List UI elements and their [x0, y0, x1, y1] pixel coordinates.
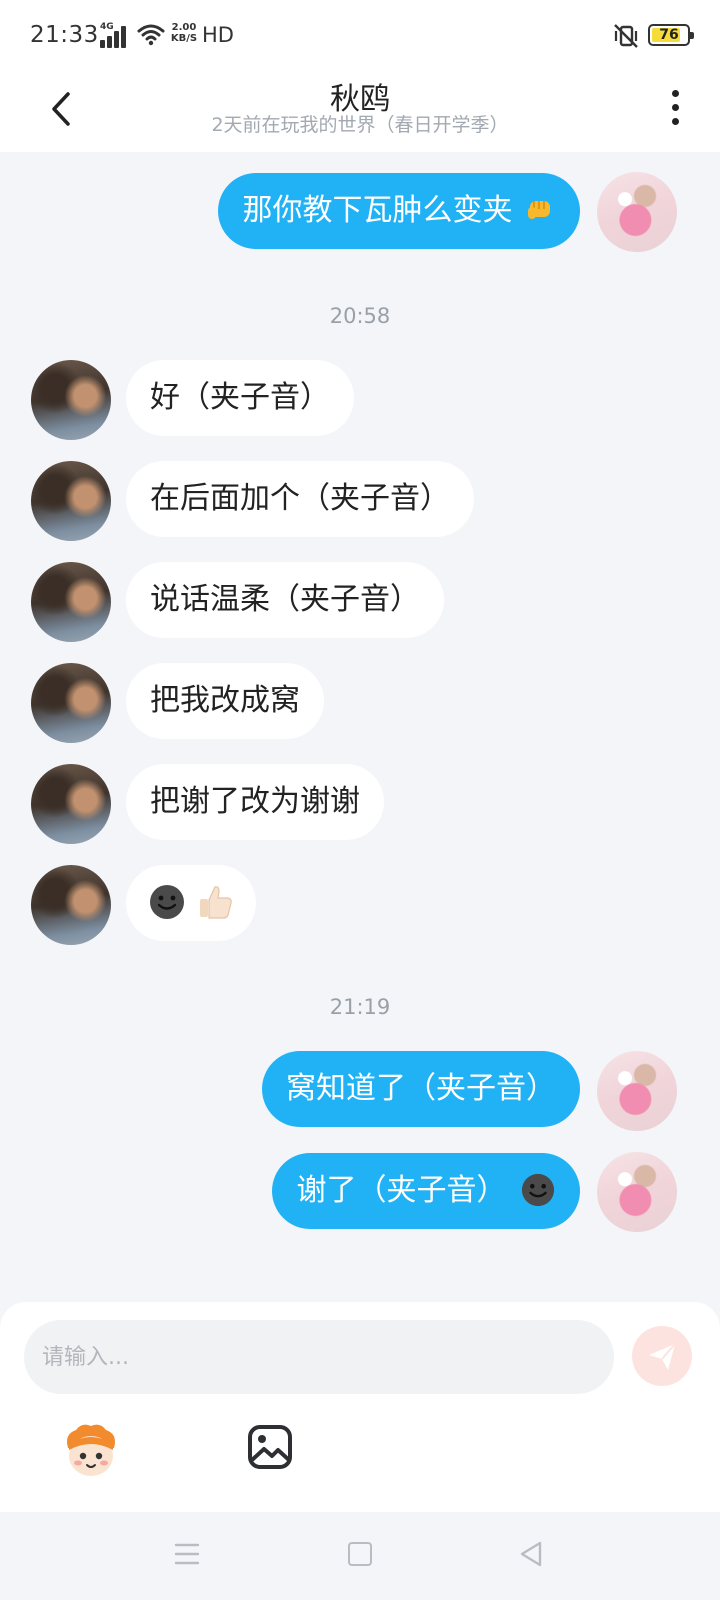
message-text: 谢了（夹子音）: [296, 1173, 507, 1208]
wifi-icon: [137, 24, 165, 46]
message-text: 说话温柔（夹子音）: [150, 582, 420, 617]
chat-header: 秋鸥 2天前在玩我的世界（春日开学季）: [0, 72, 720, 152]
message-text: 把谢了改为谢谢: [150, 784, 360, 819]
message-bubble-incoming[interactable]: 把我改成窝: [126, 663, 324, 739]
message-bubble-incoming[interactable]: 把谢了改为谢谢: [126, 764, 384, 840]
my-avatar[interactable]: [597, 172, 677, 252]
battery-icon: 76: [648, 24, 694, 46]
message-bubble-incoming[interactable]: 好（夹子音）: [126, 360, 354, 436]
message-bubble-incoming[interactable]: 说话温柔（夹子音）: [126, 562, 444, 638]
contact-avatar[interactable]: [31, 360, 111, 440]
vibrate-mute-icon: [614, 24, 638, 48]
message-text: 在后面加个（夹子音）: [150, 481, 450, 516]
contact-avatar[interactable]: [31, 663, 111, 743]
battery-level: 76: [659, 27, 679, 43]
contact-avatar[interactable]: [31, 865, 111, 945]
signal-icon: 4G: [100, 22, 132, 48]
status-time: 21:33: [30, 22, 99, 48]
contact-avatar[interactable]: [31, 461, 111, 541]
message-composer: [0, 1302, 720, 1512]
dark-smiley-emoji-icon: [150, 885, 184, 919]
send-button[interactable]: [632, 1326, 692, 1386]
message-text: 那你教下瓦肿么变夹: [242, 193, 513, 228]
my-avatar[interactable]: [597, 1051, 677, 1131]
message-text: 好（夹子音）: [150, 380, 330, 415]
message-bubble-incoming[interactable]: 在后面加个（夹子音）: [126, 461, 474, 537]
home-icon[interactable]: [348, 1542, 372, 1566]
message-input[interactable]: [24, 1320, 614, 1394]
menu-icon[interactable]: [174, 1540, 200, 1568]
paper-plane-icon: [649, 1343, 676, 1370]
message-list[interactable]: 那你教下瓦肿么变夹 20:58 好（夹子音） 在后面加个（夹子音） 说话温柔（夹…: [0, 152, 720, 1302]
image-picker-button[interactable]: [245, 1422, 295, 1472]
timestamp: 20:58: [329, 304, 391, 328]
hd-indicator: HD: [202, 23, 234, 47]
my-avatar[interactable]: [597, 1152, 677, 1232]
contact-avatar[interactable]: [31, 562, 111, 642]
message-text: 把我改成窝: [150, 683, 300, 718]
status-bar: 21:33 4G 2.00 KB/S HD 76: [0, 0, 720, 72]
contact-status: 2天前在玩我的世界（春日开学季）: [211, 114, 509, 136]
message-bubble-outgoing[interactable]: 窝知道了（夹子音）: [262, 1051, 580, 1127]
nav-back-icon[interactable]: [518, 1540, 544, 1568]
message-bubble-incoming[interactable]: [126, 865, 256, 941]
message-bubble-outgoing[interactable]: 那你教下瓦肿么变夹: [218, 173, 580, 249]
more-options-button[interactable]: [660, 86, 690, 130]
network-type: 4G: [100, 22, 114, 32]
timestamp: 21:19: [329, 995, 391, 1019]
thumbs-up-emoji-icon: [199, 886, 232, 919]
message-bubble-outgoing[interactable]: 谢了（夹子音）: [272, 1153, 580, 1229]
dark-smiley-emoji-icon: [521, 1173, 555, 1207]
system-nav-bar: [0, 1512, 720, 1600]
message-text: 窝知道了（夹子音）: [286, 1071, 556, 1106]
mascot-sticker-button[interactable]: [60, 1420, 122, 1482]
network-speed: 2.00 KB/S: [170, 22, 198, 44]
fist-emoji-icon: [528, 201, 550, 219]
contact-avatar[interactable]: [31, 764, 111, 844]
